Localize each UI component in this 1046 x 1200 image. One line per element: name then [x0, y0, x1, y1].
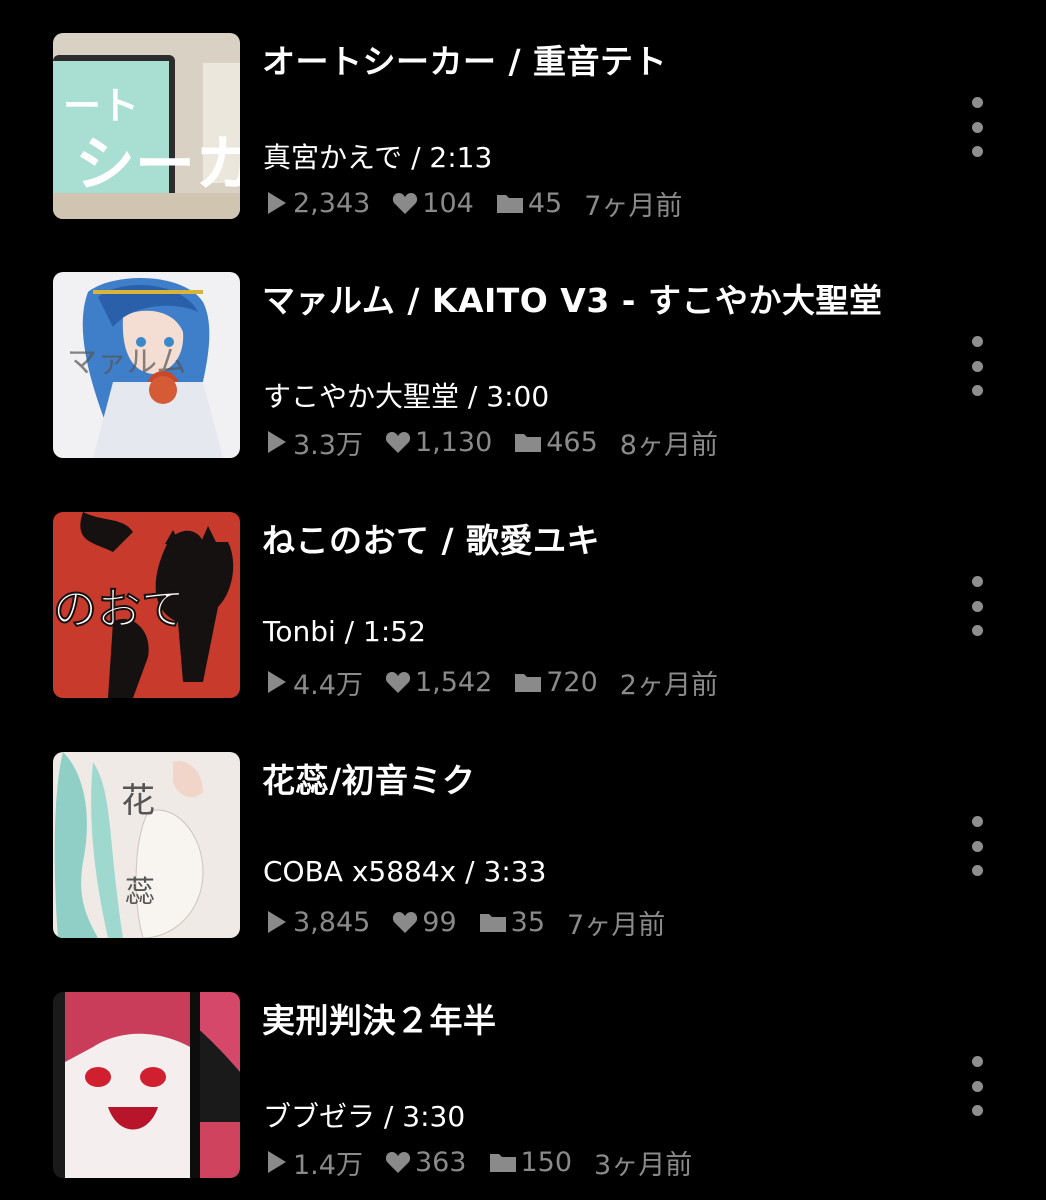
more-options-button[interactable]: [962, 1056, 992, 1116]
heart-icon: [393, 193, 418, 214]
duration: 3:00: [486, 380, 550, 413]
like-count: 104: [392, 188, 474, 219]
folder-icon: [515, 674, 542, 692]
video-meta: Tonbi / 1:52: [263, 615, 426, 648]
more-options-button[interactable]: [962, 576, 992, 636]
play-icon: [268, 192, 286, 214]
video-thumbnail[interactable]: マァルム: [53, 272, 240, 458]
video-thumbnail[interactable]: ート シーカ: [53, 33, 240, 219]
list-item[interactable]: 実刑判決２年半 ブブゼラ / 3:30 1.4万 363 150 3ヶ月前: [0, 992, 1046, 1182]
artist-name[interactable]: 真宮かえで: [263, 141, 402, 174]
heart-icon: [385, 1152, 411, 1173]
mylist-count: 720: [514, 667, 598, 698]
svg-text:のおて: のおて: [53, 584, 185, 635]
video-stats: 3.3万 1,130 465 8ヶ月前: [265, 423, 740, 462]
video-thumbnail[interactable]: 花 蕊: [53, 752, 240, 938]
like-count: 363: [385, 1147, 467, 1178]
video-thumbnail[interactable]: のおて: [53, 512, 240, 698]
play-icon: [268, 671, 286, 693]
artist-name[interactable]: すこやか大聖堂: [263, 380, 459, 413]
svg-text:シーカ: シーカ: [75, 130, 240, 200]
more-vertical-icon: [971, 816, 983, 827]
video-meta: ブブゼラ / 3:30: [263, 1095, 465, 1135]
more-vertical-icon: [971, 336, 983, 347]
video-title[interactable]: 花蕊/初音ミク: [262, 754, 476, 802]
artist-name[interactable]: COBA x5884x: [263, 855, 456, 888]
heart-icon: [385, 432, 411, 453]
separator: /: [375, 1100, 403, 1133]
folder-icon: [479, 914, 506, 932]
like-count: 99: [392, 907, 457, 938]
list-item[interactable]: ート シーカ オートシーカー / 重音テト 真宮かえで / 2:13 2,343…: [0, 33, 1046, 223]
mylist-count: 465: [514, 427, 598, 458]
artist-name[interactable]: Tonbi: [263, 615, 336, 648]
play-count: 3,845: [265, 907, 370, 938]
play-count: 4.4万: [265, 663, 363, 702]
thumbnail-image: 花 蕊: [53, 752, 240, 938]
more-options-button[interactable]: [962, 816, 992, 876]
video-meta: すこやか大聖堂 / 3:00: [263, 375, 549, 415]
folder-icon: [515, 434, 542, 452]
folder-icon: [489, 1154, 516, 1172]
video-meta: 真宮かえで / 2:13: [263, 136, 492, 176]
upload-age: 3ヶ月前: [594, 1149, 693, 1181]
play-count: 3.3万: [265, 423, 363, 462]
play-icon: [268, 911, 286, 933]
svg-text:蕊: 蕊: [125, 875, 155, 910]
video-stats: 3,845 99 35 7ヶ月前: [265, 904, 687, 941]
more-options-button[interactable]: [962, 336, 992, 396]
folder-icon: [496, 195, 523, 213]
upload-age: 7ヶ月前: [567, 909, 666, 941]
mylist-count: 35: [479, 907, 545, 938]
list-item[interactable]: 花 蕊 花蕊/初音ミク COBA x5884x / 3:33 3,845 99 …: [0, 752, 1046, 942]
more-vertical-icon: [971, 1056, 983, 1067]
video-meta: COBA x5884x / 3:33: [263, 855, 546, 888]
like-count: 1,542: [385, 667, 492, 698]
video-title[interactable]: ねこのおて / 歌愛ユキ: [262, 514, 600, 562]
video-title[interactable]: マァルム / KAITO V3 - すこやか大聖堂: [262, 274, 883, 322]
duration: 2:13: [429, 141, 493, 174]
play-icon: [268, 431, 286, 453]
heart-icon: [393, 912, 418, 933]
more-vertical-icon: [971, 576, 983, 587]
video-thumbnail[interactable]: [53, 992, 240, 1178]
thumbnail-image: のおて: [53, 512, 240, 698]
play-icon: [268, 1151, 286, 1173]
svg-text:マァルム: マァルム: [67, 345, 186, 380]
thumbnail-image: [53, 992, 240, 1178]
upload-age: 2ヶ月前: [619, 669, 718, 701]
mylist-count: 150: [489, 1147, 572, 1178]
list-item[interactable]: マァルム マァルム / KAITO V3 - すこやか大聖堂 すこやか大聖堂 /…: [0, 272, 1046, 462]
thumbnail-image: ート シーカ: [53, 33, 240, 219]
play-count: 2,343: [265, 188, 370, 219]
list-item[interactable]: のおて ねこのおて / 歌愛ユキ Tonbi / 1:52 4.4万 1,542…: [0, 512, 1046, 702]
video-title[interactable]: 実刑判決２年半: [262, 994, 497, 1042]
video-stats: 1.4万 363 150 3ヶ月前: [265, 1143, 714, 1182]
separator: /: [335, 615, 364, 648]
video-title[interactable]: オートシーカー / 重音テト: [262, 35, 667, 83]
thumbnail-image: マァルム: [53, 272, 240, 458]
upload-age: 7ヶ月前: [584, 190, 683, 222]
duration: 3:30: [402, 1100, 466, 1133]
more-vertical-icon: [971, 97, 983, 108]
video-list: ート シーカ オートシーカー / 重音テト 真宮かえで / 2:13 2,343…: [0, 0, 1046, 1200]
svg-text:花: 花: [121, 781, 155, 821]
video-stats: 2,343 104 45 7ヶ月前: [265, 185, 704, 222]
duration: 1:52: [363, 615, 426, 648]
upload-age: 8ヶ月前: [619, 429, 718, 461]
artist-name[interactable]: ブブゼラ: [263, 1100, 375, 1133]
duration: 3:33: [483, 855, 547, 888]
mylist-count: 45: [496, 188, 562, 219]
separator: /: [459, 380, 487, 413]
heart-icon: [385, 672, 411, 693]
more-options-button[interactable]: [962, 97, 992, 157]
separator: /: [402, 141, 430, 174]
separator: /: [456, 855, 484, 888]
video-stats: 4.4万 1,542 720 2ヶ月前: [265, 663, 740, 702]
svg-text:ート: ート: [63, 84, 139, 128]
play-count: 1.4万: [265, 1143, 363, 1182]
like-count: 1,130: [385, 427, 492, 458]
